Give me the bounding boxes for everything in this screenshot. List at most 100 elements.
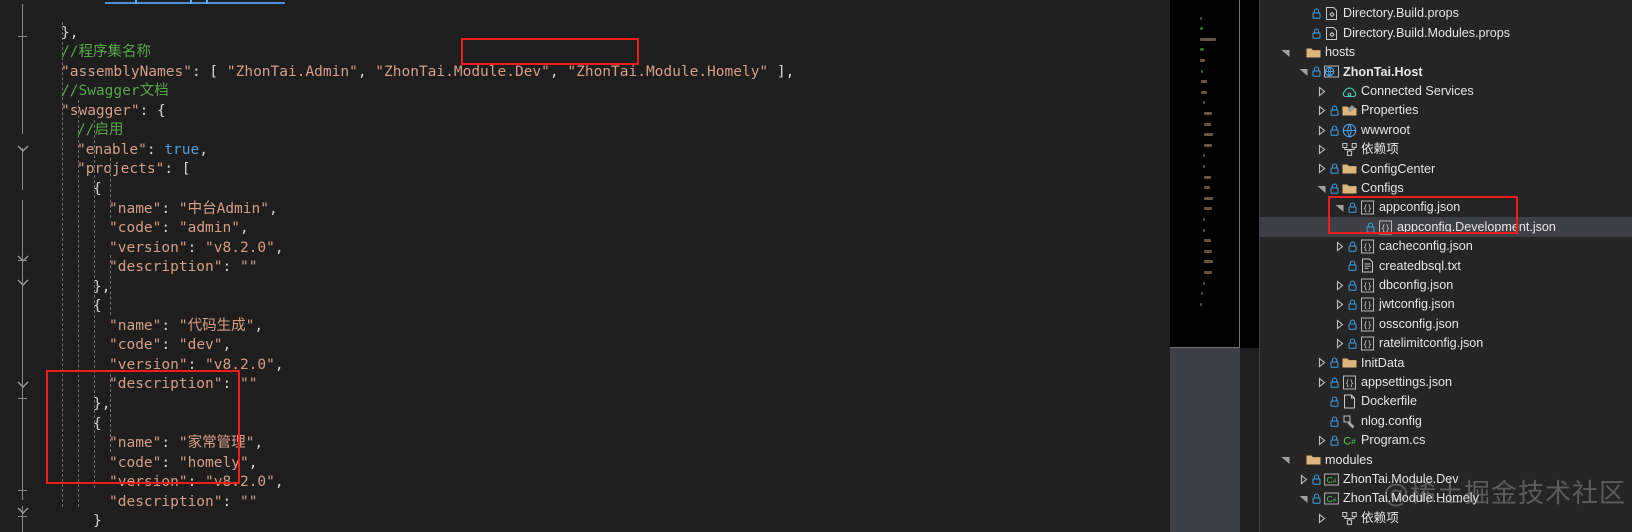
chevron-right-icon[interactable] [1316,144,1327,155]
svg-text:{}: {} [1363,242,1372,251]
indent-guide [94,120,95,488]
chevron-right-icon[interactable] [1298,474,1309,485]
globe-icon [1342,123,1357,138]
tree-row-nlog-config[interactable]: nlog.config [1260,411,1632,430]
tree-row-dockerfile[interactable]: Dockerfile [1260,392,1632,411]
tree-row-jwtconfig-json[interactable]: {} jwtconfig.json [1260,295,1632,314]
lock-icon [1348,260,1357,272]
code-token: : [ [164,161,191,178]
chevron-right-icon[interactable] [1316,357,1327,369]
tree-row-directory-build-props[interactable]: Directory.Build.props [1260,4,1632,23]
code-token: "code" [109,454,162,471]
tree-row-directory-build-modules-props[interactable]: Directory.Build.Modules.props [1260,23,1632,42]
minimap-viewport[interactable] [1170,0,1240,348]
code-line: }, [0,278,1170,298]
chevron-down-icon[interactable] [1316,183,1327,194]
tree-row--[interactable]: 依赖项 [1260,508,1632,527]
chevron-down-icon[interactable] [1280,454,1291,465]
tree-row-label: modules [1325,452,1373,467]
chevron-down-icon[interactable] [1298,493,1309,504]
solution-explorer-pane[interactable]: Directory.Build.props Directory.Build.Mod… [1240,0,1632,532]
tree-row-cacheconfig-json[interactable]: {} cacheconfig.json [1260,237,1632,256]
tree-row-label: InitData [1361,355,1405,370]
chevron-right-icon[interactable] [1334,318,1345,330]
svg-text:{}: {} [1363,204,1372,213]
tree-row-zhontai-host[interactable]: ZhonTai.Host [1260,62,1632,81]
minimap-pane[interactable] [1170,0,1240,532]
tree-row-connected-services[interactable]: Connected Services [1260,82,1632,101]
lock-icon [1330,435,1339,446]
chevron-right-icon[interactable] [1316,86,1327,97]
code-token: , [239,220,249,237]
tree-row-label: 依赖项 [1361,510,1399,525]
minimap-line [1202,165,1205,168]
tree-row--[interactable]: 依赖项 [1260,140,1632,159]
code-token: "v8.2.0" [205,356,275,373]
tree-row-createdbsql-txt[interactable]: createdbsql.txt [1260,256,1632,275]
minimap-line [1201,90,1207,94]
chevron-right-icon[interactable] [1316,435,1327,446]
tree-row-ratelimitconfig-json[interactable]: {} ratelimitconfig.json [1260,334,1632,353]
tree-row-program-cs[interactable]: C# Program.cs [1260,431,1632,450]
lock-icon [1312,8,1321,19]
lock-icon [1312,474,1321,485]
chevron-down-icon[interactable] [1334,202,1345,213]
tree-row-hosts[interactable]: hosts [1260,43,1632,62]
chevron-right-icon[interactable] [1316,512,1327,524]
solution-tree[interactable]: Directory.Build.props Directory.Build.Mod… [1260,0,1632,532]
tree-row-configcenter[interactable]: ConfigCenter [1260,159,1632,178]
tree-row-appconfig-json[interactable]: {} appconfig.json [1260,198,1632,217]
tree-row-wwwroot[interactable]: wwwroot [1260,120,1632,139]
minimap-line [1199,302,1202,306]
tree-row-configs[interactable]: Configs [1260,179,1632,198]
code-text-surface[interactable]: },//程序集名称 "assemblyNames": [ "ZhonTai.Adm… [0,0,1170,532]
code-token: "homely" [178,454,249,471]
minimap-line [1199,27,1203,31]
chevron-right-icon[interactable] [1334,299,1345,310]
code-token: , [274,239,284,256]
code-token: }, [93,278,111,295]
lock-icon [1312,28,1321,39]
chevron-right-icon[interactable] [1334,338,1345,349]
tree-row-modules[interactable]: modules [1260,450,1632,469]
chevron-right-icon[interactable] [1316,163,1327,175]
code-editor-pane[interactable]: },//程序集名称 "assemblyNames": [ "ZhonTai.Adm… [0,0,1170,532]
code-token: , [248,454,258,471]
chevron-right-icon[interactable] [1316,105,1327,116]
minimap-line [1199,16,1202,20]
code-token: "code" [109,220,162,237]
tree-row-label: ratelimitconfig.json [1379,336,1484,351]
chevron-right-icon[interactable] [1316,124,1327,136]
json-icon: {} [1360,297,1375,312]
tree-row-zhontai-module-homely[interactable]: C# ZhonTai.Module.Homely [1260,489,1632,508]
minimap-line [1204,207,1212,211]
tree-row-ossconfig-json[interactable]: {} ossconfig.json [1260,314,1632,333]
tree-row-label: cacheconfig.json [1379,239,1473,254]
chevron-right-icon[interactable] [1316,377,1327,388]
code-line: //程序集名称 [0,43,1170,63]
minimap-line [1204,112,1212,115]
code-line: { [0,297,1170,317]
chevron-down-icon[interactable] [1298,66,1309,77]
chevron-right-icon[interactable] [1334,280,1345,291]
code-token: "" [239,376,258,393]
tree-row-properties[interactable]: Properties [1260,101,1632,120]
tree-row-label: appconfig.json [1379,200,1461,215]
code-token: : [161,317,179,334]
minimap-line [1199,59,1205,62]
code-token: }, [61,24,79,41]
minimap-line [1204,239,1211,243]
tree-row-zhontai-module-dev[interactable]: C# ZhonTai.Module.Dev [1260,470,1632,489]
tree-row-appsettings-json[interactable]: {} appsettings.json [1260,373,1632,392]
chevron-down-icon[interactable] [1280,47,1291,58]
code-token: } [93,513,102,530]
chevron-right-icon[interactable] [1334,241,1345,252]
lock-icon [1330,183,1339,194]
minimap-line [1204,175,1211,179]
tree-row-label: Connected Services [1361,83,1474,98]
tree-row-dbconfig-json[interactable]: {} dbconfig.json [1260,276,1632,295]
tree-row-appconfig-development-json[interactable]: {} appconfig.Development.json [1260,217,1632,237]
tree-row-initdata[interactable]: InitData [1260,353,1632,372]
lock-icon [1330,396,1339,407]
minimap-line [1202,228,1205,232]
